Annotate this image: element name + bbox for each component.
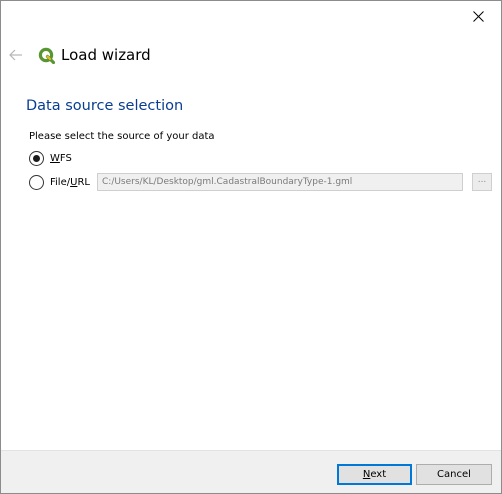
load-wizard-dialog: Load wizard Data source selection Please…	[0, 0, 502, 494]
back-button[interactable]	[7, 46, 25, 64]
source-prompt-label: Please select the source of your data	[29, 131, 215, 142]
wfs-radio-label[interactable]: WFS	[50, 152, 72, 165]
file-url-label-prefix: File/	[50, 176, 71, 188]
wfs-mnemonic: W	[50, 152, 60, 164]
radio-selected-dot	[33, 154, 40, 162]
qgis-logo-icon	[38, 47, 56, 65]
wizard-header: Load wizard	[1, 39, 501, 73]
close-icon	[472, 10, 484, 22]
wfs-radio[interactable]	[29, 150, 44, 166]
file-url-radio[interactable]	[29, 174, 44, 190]
back-arrow-icon	[9, 49, 22, 61]
close-button[interactable]	[455, 1, 501, 31]
file-url-radio-label[interactable]: File/URL	[50, 176, 90, 189]
next-button[interactable]: Next	[337, 464, 412, 485]
next-label-rest: ext	[370, 469, 387, 480]
section-title: Data source selection	[26, 98, 184, 114]
file-url-label-rest: RL	[77, 176, 90, 188]
app-logo	[38, 47, 56, 65]
file-url-option[interactable]: File/URL	[29, 173, 90, 191]
file-path-input[interactable]: C:/Users/KL/Desktop/gml.CadastralBoundar…	[97, 173, 463, 191]
button-bar: Next Cancel	[1, 450, 501, 493]
wizard-title: Load wizard	[61, 46, 151, 64]
wfs-label-rest: FS	[59, 152, 72, 164]
wfs-option[interactable]: WFS	[29, 149, 72, 167]
title-bar	[1, 1, 501, 31]
cancel-button[interactable]: Cancel	[416, 464, 492, 485]
browse-button[interactable]: ...	[472, 173, 492, 191]
